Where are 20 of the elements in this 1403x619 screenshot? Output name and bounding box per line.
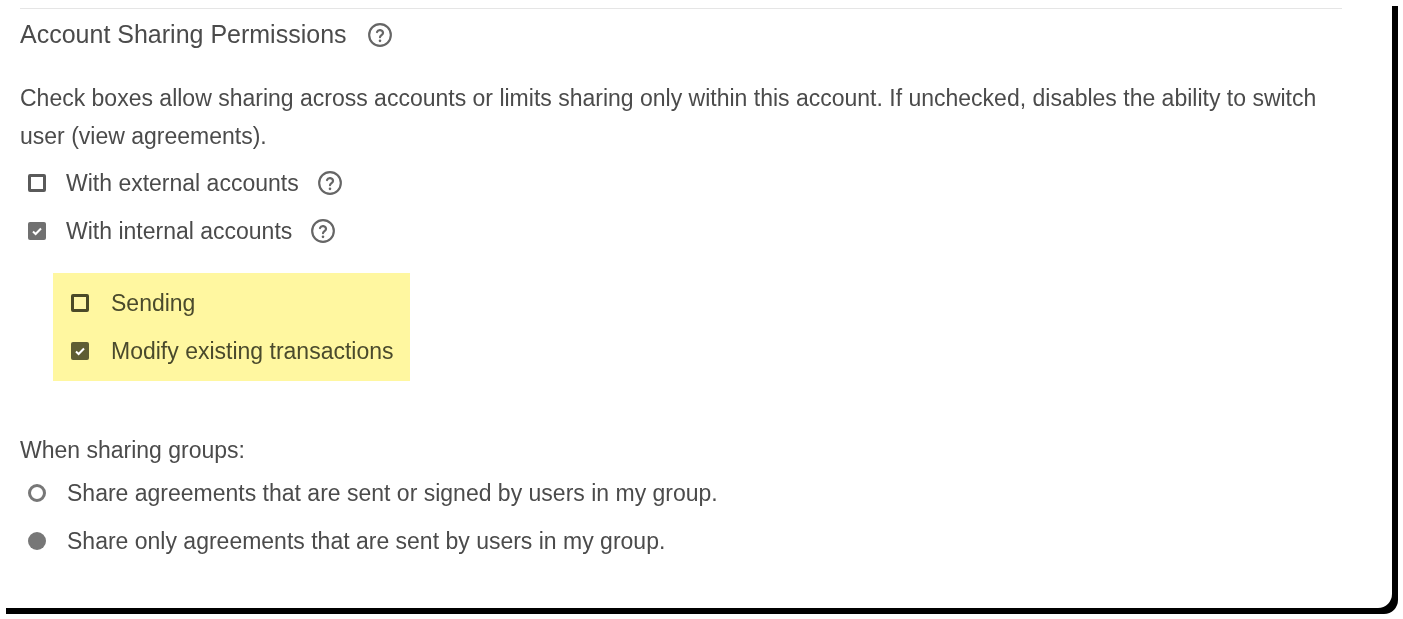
section-title: Account Sharing Permissions — [20, 19, 347, 51]
checkbox[interactable] — [28, 222, 46, 240]
checkbox-label: With internal accounts — [66, 216, 293, 246]
radio-label: Share only agreements that are sent by users in my group. — [67, 526, 666, 556]
help-icon[interactable] — [316, 170, 343, 196]
radio-label: Share agreements that are sent or signed by users in my group. — [67, 478, 718, 508]
radio-button[interactable] — [28, 484, 46, 502]
checkmark-icon — [74, 345, 86, 357]
radio-button[interactable] — [28, 532, 46, 550]
checkbox-label: Modify existing transactions — [111, 336, 394, 366]
checkbox[interactable] — [28, 174, 46, 192]
description: Check boxes allow sharing across accounts or limits sharing only within this account. If unchecked, disables the ability to switch user (view agreements). — [20, 84, 1318, 151]
help-icon[interactable] — [366, 22, 393, 48]
checkbox-label: Sending — [111, 288, 196, 318]
help-icon[interactable] — [310, 218, 337, 244]
checkmark-icon — [31, 225, 43, 237]
group-label: When sharing groups: — [20, 436, 246, 465]
checkbox-label: With external accounts — [66, 168, 299, 198]
checkbox[interactable] — [71, 294, 89, 312]
checkbox[interactable] — [71, 342, 89, 360]
